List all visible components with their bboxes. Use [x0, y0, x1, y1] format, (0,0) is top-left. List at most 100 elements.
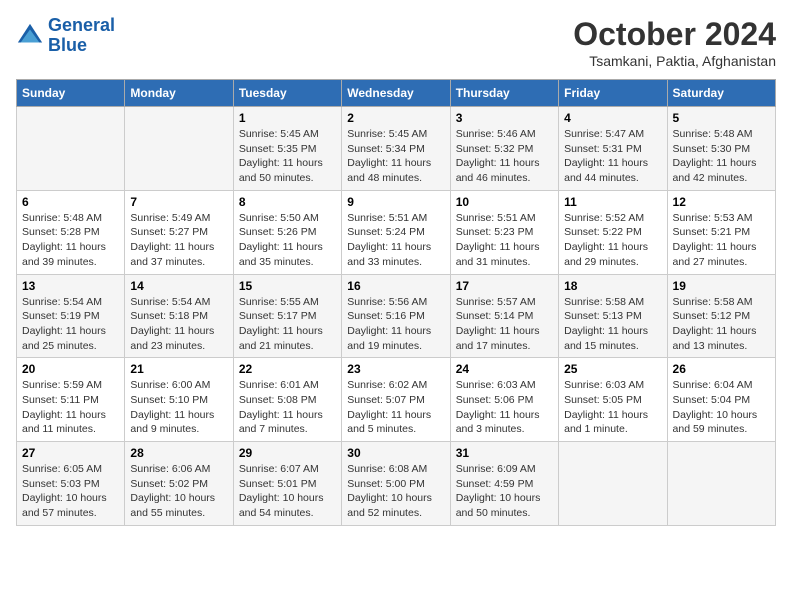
day-info: Sunrise: 6:09 AMSunset: 4:59 PMDaylight:… — [456, 462, 553, 521]
day-info: Sunrise: 6:00 AMSunset: 5:10 PMDaylight:… — [130, 378, 227, 437]
day-info: Sunrise: 5:58 AMSunset: 5:12 PMDaylight:… — [673, 295, 770, 354]
day-number: 19 — [673, 279, 770, 293]
day-info: Sunrise: 6:07 AMSunset: 5:01 PMDaylight:… — [239, 462, 336, 521]
calendar-cell: 26Sunrise: 6:04 AMSunset: 5:04 PMDayligh… — [667, 358, 775, 442]
day-number: 22 — [239, 362, 336, 376]
day-number: 18 — [564, 279, 661, 293]
day-info: Sunrise: 5:51 AMSunset: 5:23 PMDaylight:… — [456, 211, 553, 270]
day-number: 27 — [22, 446, 119, 460]
header-cell-sunday: Sunday — [17, 80, 125, 107]
page-header: General Blue October 2024 Tsamkani, Pakt… — [16, 16, 776, 69]
day-number: 6 — [22, 195, 119, 209]
day-number: 31 — [456, 446, 553, 460]
calendar-cell: 29 Sunrise: 6:07 AMSunset: 5:01 PMDayligh… — [233, 442, 341, 526]
calendar-cell: 21 Sunrise: 6:00 AMSunset: 5:10 PMDayligh… — [125, 358, 233, 442]
calendar-cell — [667, 442, 775, 526]
calendar-week-0: 1Sunrise: 5:45 AMSunset: 5:35 PMDaylight… — [17, 107, 776, 191]
calendar-cell: 22 Sunrise: 6:01 AMSunset: 5:08 PMDayligh… — [233, 358, 341, 442]
calendar-cell: 25 Sunrise: 6:03 AMSunset: 5:05 PMDayligh… — [559, 358, 667, 442]
day-info: Sunrise: 5:49 AMSunset: 5:27 PMDaylight:… — [130, 211, 227, 270]
header-cell-thursday: Thursday — [450, 80, 558, 107]
calendar-cell: 20Sunrise: 5:59 AMSunset: 5:11 PMDayligh… — [17, 358, 125, 442]
header-cell-wednesday: Wednesday — [342, 80, 450, 107]
day-info: Sunrise: 5:54 AMSunset: 5:19 PMDaylight:… — [22, 295, 119, 354]
calendar-week-4: 27 Sunrise: 6:05 AMSunset: 5:03 PMDayligh… — [17, 442, 776, 526]
logo-line1: General — [48, 15, 115, 35]
day-number: 3 — [456, 111, 553, 125]
day-number: 17 — [456, 279, 553, 293]
day-number: 2 — [347, 111, 444, 125]
calendar-cell: 8Sunrise: 5:50 AMSunset: 5:26 PMDaylight… — [233, 190, 341, 274]
day-number: 14 — [130, 279, 227, 293]
day-number: 11 — [564, 195, 661, 209]
day-number: 4 — [564, 111, 661, 125]
day-info: Sunrise: 6:06 AMSunset: 5:02 PMDaylight:… — [130, 462, 227, 521]
day-number: 29 — [239, 446, 336, 460]
title-block: October 2024 Tsamkani, Paktia, Afghanist… — [573, 16, 776, 69]
day-info: Sunrise: 5:51 AMSunset: 5:24 PMDaylight:… — [347, 211, 444, 270]
day-info: Sunrise: 6:05 AMSunset: 5:03 PMDaylight:… — [22, 462, 119, 521]
calendar-cell — [559, 442, 667, 526]
calendar-cell — [125, 107, 233, 191]
day-info: Sunrise: 5:58 AMSunset: 5:13 PMDaylight:… — [564, 295, 661, 354]
calendar-week-2: 13 Sunrise: 5:54 AMSunset: 5:19 PMDayligh… — [17, 274, 776, 358]
calendar-cell: 5Sunrise: 5:48 AMSunset: 5:30 PMDaylight… — [667, 107, 775, 191]
day-number: 25 — [564, 362, 661, 376]
day-info: Sunrise: 5:46 AMSunset: 5:32 PMDaylight:… — [456, 127, 553, 186]
day-number: 15 — [239, 279, 336, 293]
calendar-cell: 9 Sunrise: 5:51 AMSunset: 5:24 PMDaylight… — [342, 190, 450, 274]
day-number: 10 — [456, 195, 553, 209]
calendar-body: 1Sunrise: 5:45 AMSunset: 5:35 PMDaylight… — [17, 107, 776, 526]
header-cell-tuesday: Tuesday — [233, 80, 341, 107]
calendar-cell: 23 Sunrise: 6:02 AMSunset: 5:07 PMDayligh… — [342, 358, 450, 442]
day-info: Sunrise: 5:55 AMSunset: 5:17 PMDaylight:… — [239, 295, 336, 354]
calendar-cell: 14 Sunrise: 5:54 AMSunset: 5:18 PMDayligh… — [125, 274, 233, 358]
day-info: Sunrise: 6:01 AMSunset: 5:08 PMDaylight:… — [239, 378, 336, 437]
calendar-cell: 6 Sunrise: 5:48 AMSunset: 5:28 PMDaylight… — [17, 190, 125, 274]
calendar-cell: 13 Sunrise: 5:54 AMSunset: 5:19 PMDayligh… — [17, 274, 125, 358]
logo-text: General Blue — [48, 16, 115, 56]
calendar-cell: 15 Sunrise: 5:55 AMSunset: 5:17 PMDayligh… — [233, 274, 341, 358]
day-number: 26 — [673, 362, 770, 376]
day-info: Sunrise: 6:02 AMSunset: 5:07 PMDaylight:… — [347, 378, 444, 437]
day-info: Sunrise: 5:53 AMSunset: 5:21 PMDaylight:… — [673, 211, 770, 270]
calendar-cell — [17, 107, 125, 191]
calendar-cell: 3 Sunrise: 5:46 AMSunset: 5:32 PMDaylight… — [450, 107, 558, 191]
day-info: Sunrise: 5:57 AMSunset: 5:14 PMDaylight:… — [456, 295, 553, 354]
day-number: 28 — [130, 446, 227, 460]
calendar-cell: 1Sunrise: 5:45 AMSunset: 5:35 PMDaylight… — [233, 107, 341, 191]
header-row: SundayMondayTuesdayWednesdayThursdayFrid… — [17, 80, 776, 107]
calendar-cell: 28 Sunrise: 6:06 AMSunset: 5:02 PMDayligh… — [125, 442, 233, 526]
day-number: 16 — [347, 279, 444, 293]
day-info: Sunrise: 6:03 AMSunset: 5:05 PMDaylight:… — [564, 378, 661, 437]
calendar-cell: 10 Sunrise: 5:51 AMSunset: 5:23 PMDayligh… — [450, 190, 558, 274]
calendar-cell: 7Sunrise: 5:49 AMSunset: 5:27 PMDaylight… — [125, 190, 233, 274]
day-number: 13 — [22, 279, 119, 293]
day-info: Sunrise: 5:54 AMSunset: 5:18 PMDaylight:… — [130, 295, 227, 354]
calendar-cell: 11Sunrise: 5:52 AMSunset: 5:22 PMDayligh… — [559, 190, 667, 274]
calendar-cell: 17 Sunrise: 5:57 AMSunset: 5:14 PMDayligh… — [450, 274, 558, 358]
calendar-cell: 12Sunrise: 5:53 AMSunset: 5:21 PMDayligh… — [667, 190, 775, 274]
day-number: 24 — [456, 362, 553, 376]
calendar-week-3: 20Sunrise: 5:59 AMSunset: 5:11 PMDayligh… — [17, 358, 776, 442]
calendar-cell: 27 Sunrise: 6:05 AMSunset: 5:03 PMDayligh… — [17, 442, 125, 526]
logo: General Blue — [16, 16, 115, 56]
header-cell-saturday: Saturday — [667, 80, 775, 107]
day-info: Sunrise: 5:56 AMSunset: 5:16 PMDaylight:… — [347, 295, 444, 354]
calendar-header: SundayMondayTuesdayWednesdayThursdayFrid… — [17, 80, 776, 107]
calendar-cell: 16 Sunrise: 5:56 AMSunset: 5:16 PMDayligh… — [342, 274, 450, 358]
calendar-cell: 19 Sunrise: 5:58 AMSunset: 5:12 PMDayligh… — [667, 274, 775, 358]
day-number: 9 — [347, 195, 444, 209]
day-number: 8 — [239, 195, 336, 209]
day-number: 20 — [22, 362, 119, 376]
header-cell-monday: Monday — [125, 80, 233, 107]
day-info: Sunrise: 6:08 AMSunset: 5:00 PMDaylight:… — [347, 462, 444, 521]
logo-icon — [16, 22, 44, 50]
day-info: Sunrise: 5:45 AMSunset: 5:35 PMDaylight:… — [239, 127, 336, 186]
day-number: 21 — [130, 362, 227, 376]
day-number: 23 — [347, 362, 444, 376]
calendar-cell: 30Sunrise: 6:08 AMSunset: 5:00 PMDayligh… — [342, 442, 450, 526]
day-info: Sunrise: 5:48 AMSunset: 5:28 PMDaylight:… — [22, 211, 119, 270]
day-info: Sunrise: 5:48 AMSunset: 5:30 PMDaylight:… — [673, 127, 770, 186]
day-info: Sunrise: 5:45 AMSunset: 5:34 PMDaylight:… — [347, 127, 444, 186]
